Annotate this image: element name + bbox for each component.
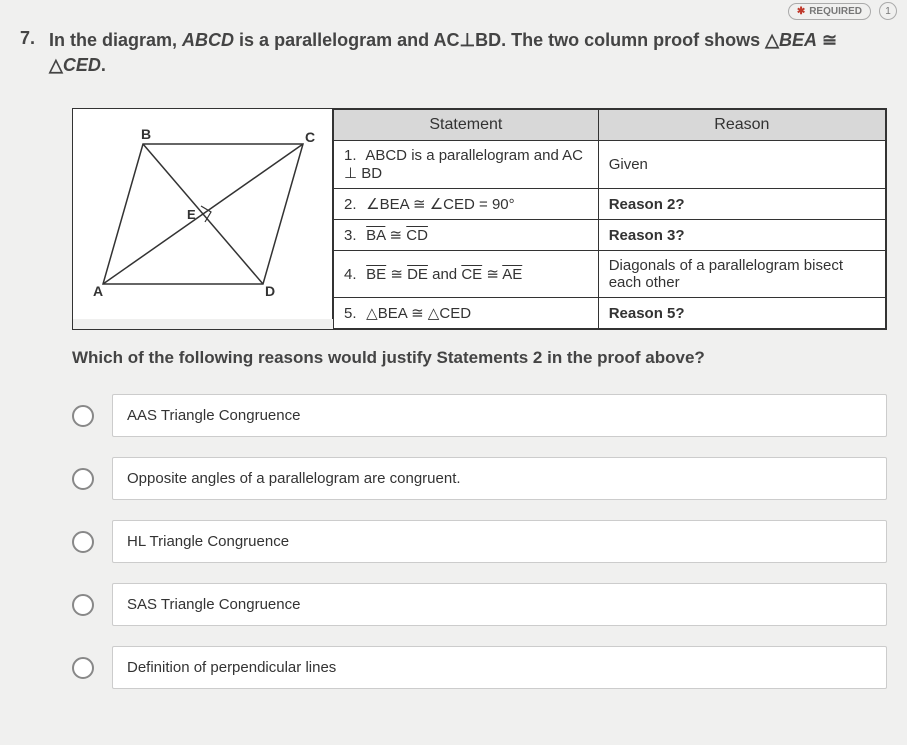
question-row: 7. In the diagram, ABCD is a parallelogr… — [20, 28, 887, 78]
option-label: Opposite angles of a parallelogram are c… — [112, 457, 887, 500]
label-b: B — [141, 126, 151, 142]
option-opposite-angles[interactable]: Opposite angles of a parallelogram are c… — [72, 457, 887, 500]
table-row: 2. ∠BEA ≅ ∠CED = 90° Reason 2? — [334, 189, 886, 220]
question-number: 7. — [20, 28, 35, 78]
required-label: REQUIRED — [809, 6, 862, 17]
radio-icon[interactable] — [72, 657, 94, 679]
option-label: HL Triangle Congruence — [112, 520, 887, 563]
proof-table: Statement Reason 1. ABCD is a parallelog… — [333, 109, 886, 329]
points-value: 1 — [885, 6, 891, 17]
follow-up-question: Which of the following reasons would jus… — [72, 348, 887, 368]
table-row: 1. ABCD is a parallelogram and AC ⊥ BD G… — [334, 141, 886, 189]
label-d: D — [265, 283, 275, 299]
diagram-and-proof: B C A D E Statement Reason 1. ABCD is a … — [72, 108, 887, 330]
header-reason: Reason — [598, 110, 885, 141]
table-row: 3. BA ≅ CD Reason 3? — [334, 220, 886, 251]
options-list: AAS Triangle Congruence Opposite angles … — [72, 394, 887, 689]
header-badges: REQUIRED 1 — [788, 2, 897, 20]
label-c: C — [305, 129, 315, 145]
option-hl[interactable]: HL Triangle Congruence — [72, 520, 887, 563]
radio-icon[interactable] — [72, 531, 94, 553]
content-area: B C A D E Statement Reason 1. ABCD is a … — [72, 108, 887, 689]
option-label: SAS Triangle Congruence — [112, 583, 887, 626]
radio-icon[interactable] — [72, 468, 94, 490]
option-aas[interactable]: AAS Triangle Congruence — [72, 394, 887, 437]
parallelogram-diagram: B C A D E — [73, 109, 333, 319]
label-e: E — [187, 207, 196, 222]
table-row: 4. BE ≅ DE and CE ≅ AE Diagonals of a pa… — [334, 251, 886, 298]
option-label: AAS Triangle Congruence — [112, 394, 887, 437]
header-statement: Statement — [334, 110, 599, 141]
proof-body: 1. ABCD is a parallelogram and AC ⊥ BD G… — [334, 141, 886, 329]
question-text: In the diagram, ABCD is a parallelogram … — [49, 28, 887, 78]
option-sas[interactable]: SAS Triangle Congruence — [72, 583, 887, 626]
label-a: A — [93, 283, 103, 299]
table-row: 5. △BEA ≅ △CED Reason 5? — [334, 298, 886, 329]
option-definition-perpendicular[interactable]: Definition of perpendicular lines — [72, 646, 887, 689]
required-badge: REQUIRED — [788, 3, 871, 20]
radio-icon[interactable] — [72, 405, 94, 427]
points-badge: 1 — [879, 2, 897, 20]
option-label: Definition of perpendicular lines — [112, 646, 887, 689]
radio-icon[interactable] — [72, 594, 94, 616]
